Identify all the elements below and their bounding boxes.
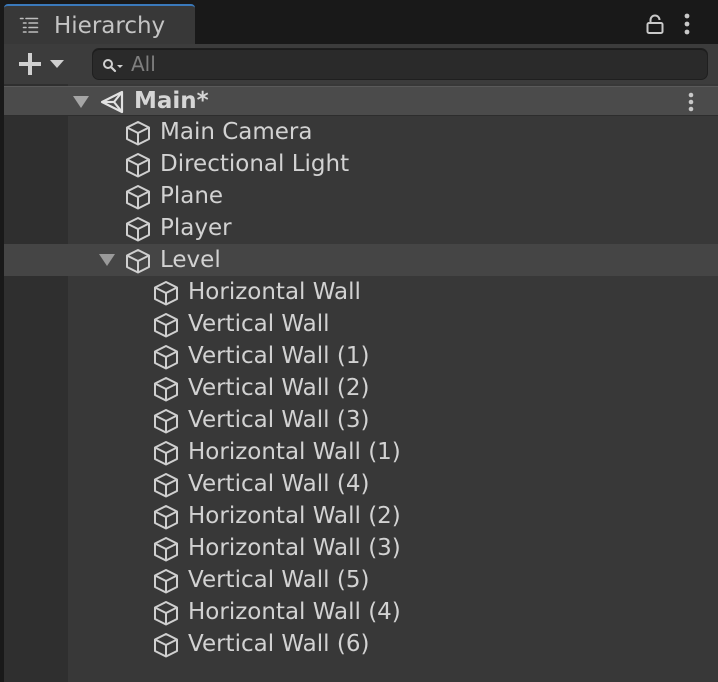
tree-item[interactable]: Horizontal Wall (1) [4,436,718,468]
search-field[interactable] [92,48,708,80]
tree-item[interactable]: Vertical Wall [4,308,718,340]
tab-label: Hierarchy [54,13,166,39]
tree-item[interactable]: Vertical Wall (1) [4,340,718,372]
plus-icon [19,53,64,75]
gameobject-cube-icon [126,185,150,210]
tree-item-parent[interactable]: Level [4,244,718,276]
tree-item-label: Level [160,247,221,273]
gameobject-cube-icon [154,505,178,530]
scene-row[interactable]: Main* [4,86,718,116]
tree-item[interactable]: Vertical Wall (2) [4,372,718,404]
tree-item[interactable]: Plane [4,180,718,212]
gameobject-cube-icon [126,249,150,274]
tree-item-label: Vertical Wall (5) [188,567,370,593]
gameobject-cube-icon [154,281,178,306]
gameobject-cube-icon [154,313,178,338]
tree-item-label: Directional Light [160,151,350,177]
tree-item-label: Vertical Wall (3) [188,407,370,433]
tree-item[interactable]: Horizontal Wall (3) [4,532,718,564]
kebab-menu-icon[interactable] [684,91,698,113]
tree-item[interactable]: Vertical Wall (6) [4,628,718,660]
tree-item-label: Vertical Wall (1) [188,343,370,369]
hierarchy-list-icon [19,17,39,33]
tree-item-label: Plane [160,183,224,209]
tree-item-label: Horizontal Wall (2) [188,503,401,529]
tree-item[interactable]: Horizontal Wall (4) [4,596,718,628]
tree-item-label: Vertical Wall (6) [188,631,370,657]
tree-item-label: Vertical Wall [188,311,330,337]
gameobject-cube-icon [154,633,178,658]
hierarchy-tree: Main* Main Camera Directional Light Plane P… [4,84,718,682]
gameobject-cube-icon [154,569,178,594]
create-button[interactable] [14,50,74,78]
tab-hierarchy[interactable]: Hierarchy [4,4,195,44]
gameobject-cube-icon [154,537,178,562]
gameobject-cube-icon [126,217,150,242]
unity-scene-icon [100,90,124,114]
gameobject-cube-icon [154,601,178,626]
tree-item-label: Vertical Wall (2) [188,375,370,401]
gameobject-cube-icon [154,473,178,498]
tree-item[interactable]: Vertical Wall (5) [4,564,718,596]
tree-item-label: Horizontal Wall (3) [188,535,401,561]
hierarchy-window: Hierarchy All Main* Main Camera Directio… [0,0,718,682]
tree-item-label: Vertical Wall (4) [188,471,370,497]
tree-item-label: Horizontal Wall (4) [188,599,401,625]
gameobject-cube-icon [154,409,178,434]
tree-item[interactable]: Horizontal Wall (2) [4,500,718,532]
gameobject-cube-icon [154,377,178,402]
scene-label: Main* [134,88,209,114]
toolbar [4,44,718,84]
tree-item-label: Main Camera [160,119,313,145]
lock-icon[interactable] [646,14,664,34]
gameobject-cube-icon [154,441,178,466]
search-input[interactable] [131,49,691,79]
tree-item-label: Horizontal Wall [188,279,361,305]
tree-item[interactable]: Player [4,212,718,244]
foldout-expanded-icon[interactable] [98,253,116,267]
tree-item-label: Player [160,215,232,241]
tree-item[interactable]: Vertical Wall (4) [4,468,718,500]
gameobject-cube-icon [126,153,150,178]
tree-item[interactable]: Vertical Wall (3) [4,404,718,436]
kebab-menu-icon[interactable] [680,12,694,36]
search-icon [103,59,123,73]
tree-item[interactable]: Horizontal Wall [4,276,718,308]
tree-item-label: Horizontal Wall (1) [188,439,401,465]
tree-item[interactable]: Main Camera [4,116,718,148]
tree-item[interactable]: Directional Light [4,148,718,180]
foldout-expanded-icon[interactable] [72,95,90,109]
tab-strip: Hierarchy [0,0,718,44]
gameobject-cube-icon [154,345,178,370]
gameobject-cube-icon [126,121,150,146]
